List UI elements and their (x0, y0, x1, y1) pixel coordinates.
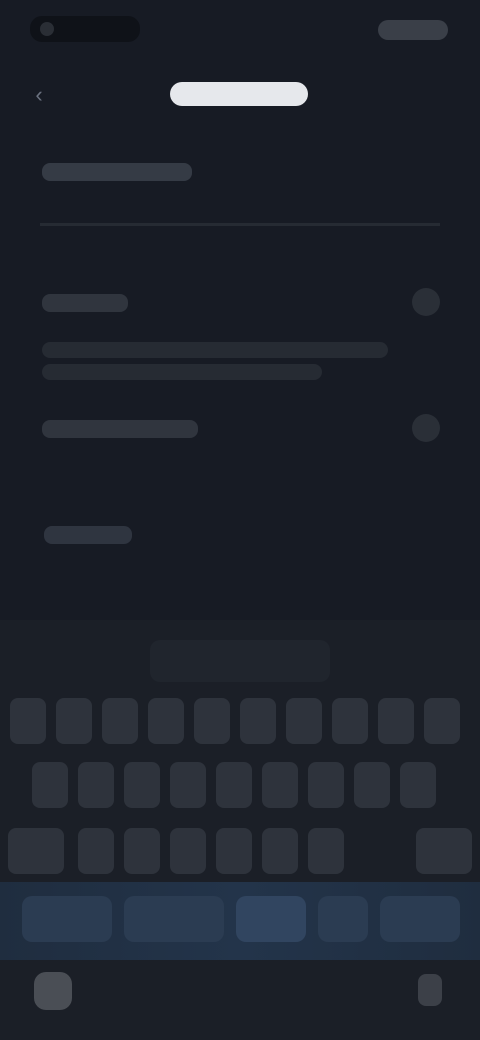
keyboard-key[interactable] (308, 762, 344, 808)
back-button[interactable]: ‹ (22, 78, 56, 112)
keyboard-key[interactable] (400, 762, 436, 808)
keyboard-key[interactable] (424, 698, 460, 744)
setting-toggle[interactable] (412, 288, 440, 316)
microphone-icon[interactable] (418, 974, 442, 1006)
period-key[interactable] (318, 896, 368, 942)
keyboard-key[interactable] (148, 698, 184, 744)
setting-row-1[interactable] (40, 288, 440, 380)
settings-link[interactable] (44, 526, 132, 544)
keyboard-key[interactable] (262, 828, 298, 874)
shift-key[interactable] (8, 828, 64, 874)
keyboard-key[interactable] (286, 698, 322, 744)
keyboard-key[interactable] (124, 828, 160, 874)
setting-label (42, 420, 198, 438)
setting-description-line1 (42, 342, 388, 358)
keyboard-key[interactable] (170, 828, 206, 874)
status-bar (0, 0, 480, 56)
keyboard-key[interactable] (78, 828, 114, 874)
keyboard-key[interactable] (262, 762, 298, 808)
backspace-key[interactable] (416, 828, 472, 874)
keyboard-key[interactable] (216, 762, 252, 808)
setting-label (42, 294, 128, 312)
setting-toggle[interactable] (412, 414, 440, 442)
keyboard-key[interactable] (308, 828, 344, 874)
setting-description-line2 (42, 364, 322, 380)
keyboard-key[interactable] (124, 762, 160, 808)
keyboard-suggestion[interactable] (150, 640, 330, 682)
keyboard-key[interactable] (10, 698, 46, 744)
status-icon (40, 22, 54, 36)
setting-row-2[interactable] (40, 414, 440, 444)
keyboard-bottom-row (0, 882, 480, 960)
keyboard-switch-icon[interactable] (34, 972, 72, 1010)
title-bar: ‹ (0, 64, 480, 124)
keyboard-key[interactable] (378, 698, 414, 744)
status-time-pill (30, 16, 140, 42)
symbols-key[interactable] (22, 896, 112, 942)
keyboard-key[interactable] (354, 762, 390, 808)
language-key[interactable] (124, 896, 224, 942)
enter-key[interactable] (380, 896, 460, 942)
chevron-left-icon: ‹ (35, 82, 43, 107)
keyboard-key[interactable] (102, 698, 138, 744)
on-screen-keyboard (0, 620, 480, 1040)
keyboard-key[interactable] (32, 762, 68, 808)
keyboard-key[interactable] (56, 698, 92, 744)
keyboard-key[interactable] (332, 698, 368, 744)
space-key[interactable] (236, 896, 306, 942)
page-title (170, 82, 308, 106)
divider (40, 223, 440, 226)
keyboard-key[interactable] (240, 698, 276, 744)
keyboard-key[interactable] (170, 762, 206, 808)
keyboard-key[interactable] (216, 828, 252, 874)
battery-indicator (378, 20, 448, 40)
keyboard-key[interactable] (78, 762, 114, 808)
keyboard-key[interactable] (194, 698, 230, 744)
section-title (42, 163, 192, 181)
